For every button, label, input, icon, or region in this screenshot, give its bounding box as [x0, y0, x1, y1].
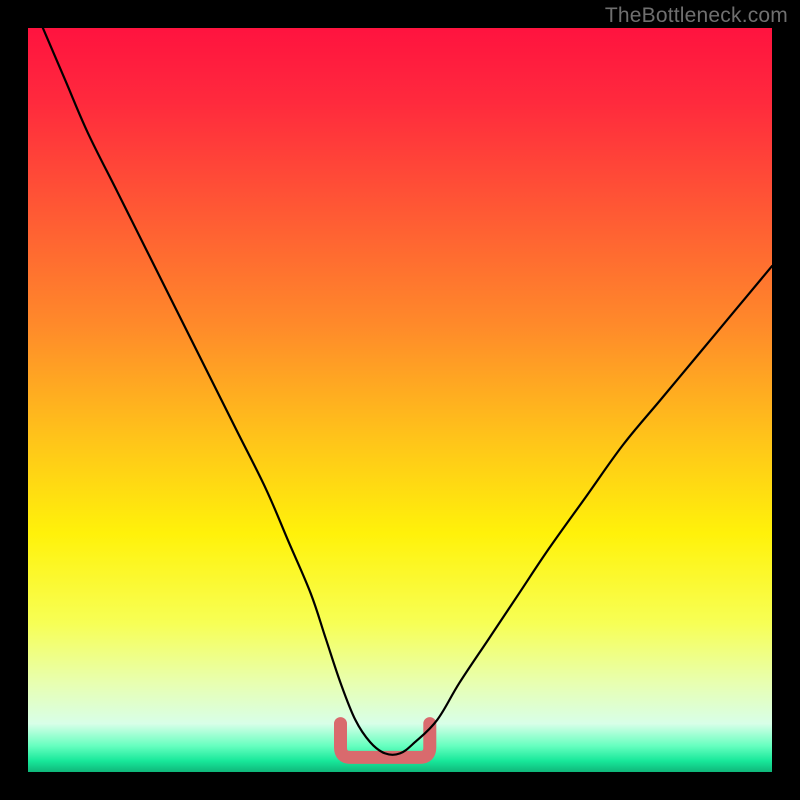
plot-area — [28, 28, 772, 772]
gradient-background — [28, 28, 772, 772]
chart-frame: TheBottleneck.com — [0, 0, 800, 800]
watermark-text: TheBottleneck.com — [605, 4, 788, 28]
